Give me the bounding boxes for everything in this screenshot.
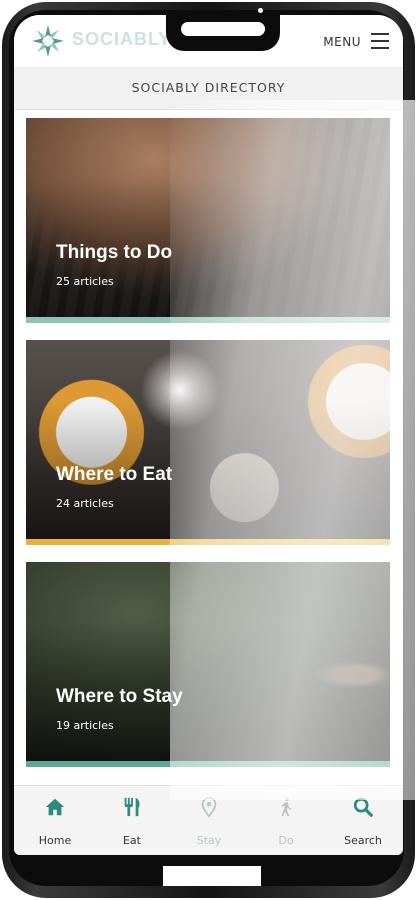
- card-accent-strip: [26, 539, 390, 545]
- location-pin-icon: [201, 796, 217, 818]
- card-article-count: 25 articles: [56, 275, 114, 288]
- tab-stay[interactable]: Stay: [174, 796, 244, 847]
- tab-label: Home: [38, 834, 72, 847]
- home-icon: [45, 798, 65, 816]
- walking-person-icon: [281, 797, 292, 817]
- tab-eat[interactable]: Eat: [97, 796, 167, 847]
- menu-label[interactable]: MENU: [323, 35, 361, 49]
- card-title: Where to Stay: [56, 686, 183, 707]
- card-title: Things to Do: [56, 242, 173, 263]
- app-screen: SOCIABLY MENU SOCIABLY DIRECTORY Things …: [14, 15, 403, 855]
- tab-label: Search: [344, 834, 382, 847]
- front-camera-dot: [258, 8, 263, 13]
- home-indicator: [163, 866, 261, 886]
- tab-label: Do: [278, 834, 294, 847]
- fork-knife-icon: [124, 797, 140, 817]
- category-card-where-to-stay[interactable]: Where to Stay 19 articles: [26, 562, 390, 767]
- hamburger-menu-icon[interactable]: [371, 33, 389, 49]
- phone-notch: [166, 15, 280, 51]
- card-accent-strip: [26, 761, 390, 767]
- tab-label: Eat: [122, 834, 141, 847]
- sociably-logo-icon: [32, 25, 64, 57]
- card-article-count: 19 articles: [56, 719, 114, 732]
- logo-text: SOCIABLY: [72, 29, 172, 49]
- tab-search[interactable]: Search: [328, 796, 398, 847]
- search-icon: [353, 797, 373, 817]
- category-card-things-to-do[interactable]: Things to Do 25 articles: [26, 118, 390, 323]
- tab-do[interactable]: Do: [251, 796, 321, 847]
- page-title: SOCIABLY DIRECTORY: [131, 80, 286, 95]
- card-title: Where to Eat: [56, 464, 173, 485]
- card-article-count: 24 articles: [56, 497, 114, 510]
- tab-label: Stay: [196, 834, 222, 847]
- directory-header: SOCIABLY DIRECTORY: [14, 67, 403, 110]
- category-card-where-to-eat[interactable]: Where to Eat 24 articles: [26, 340, 390, 545]
- card-accent-strip: [26, 317, 390, 323]
- bottom-tab-bar: Home Eat Stay Do Search: [14, 785, 403, 855]
- tab-home[interactable]: Home: [20, 796, 90, 847]
